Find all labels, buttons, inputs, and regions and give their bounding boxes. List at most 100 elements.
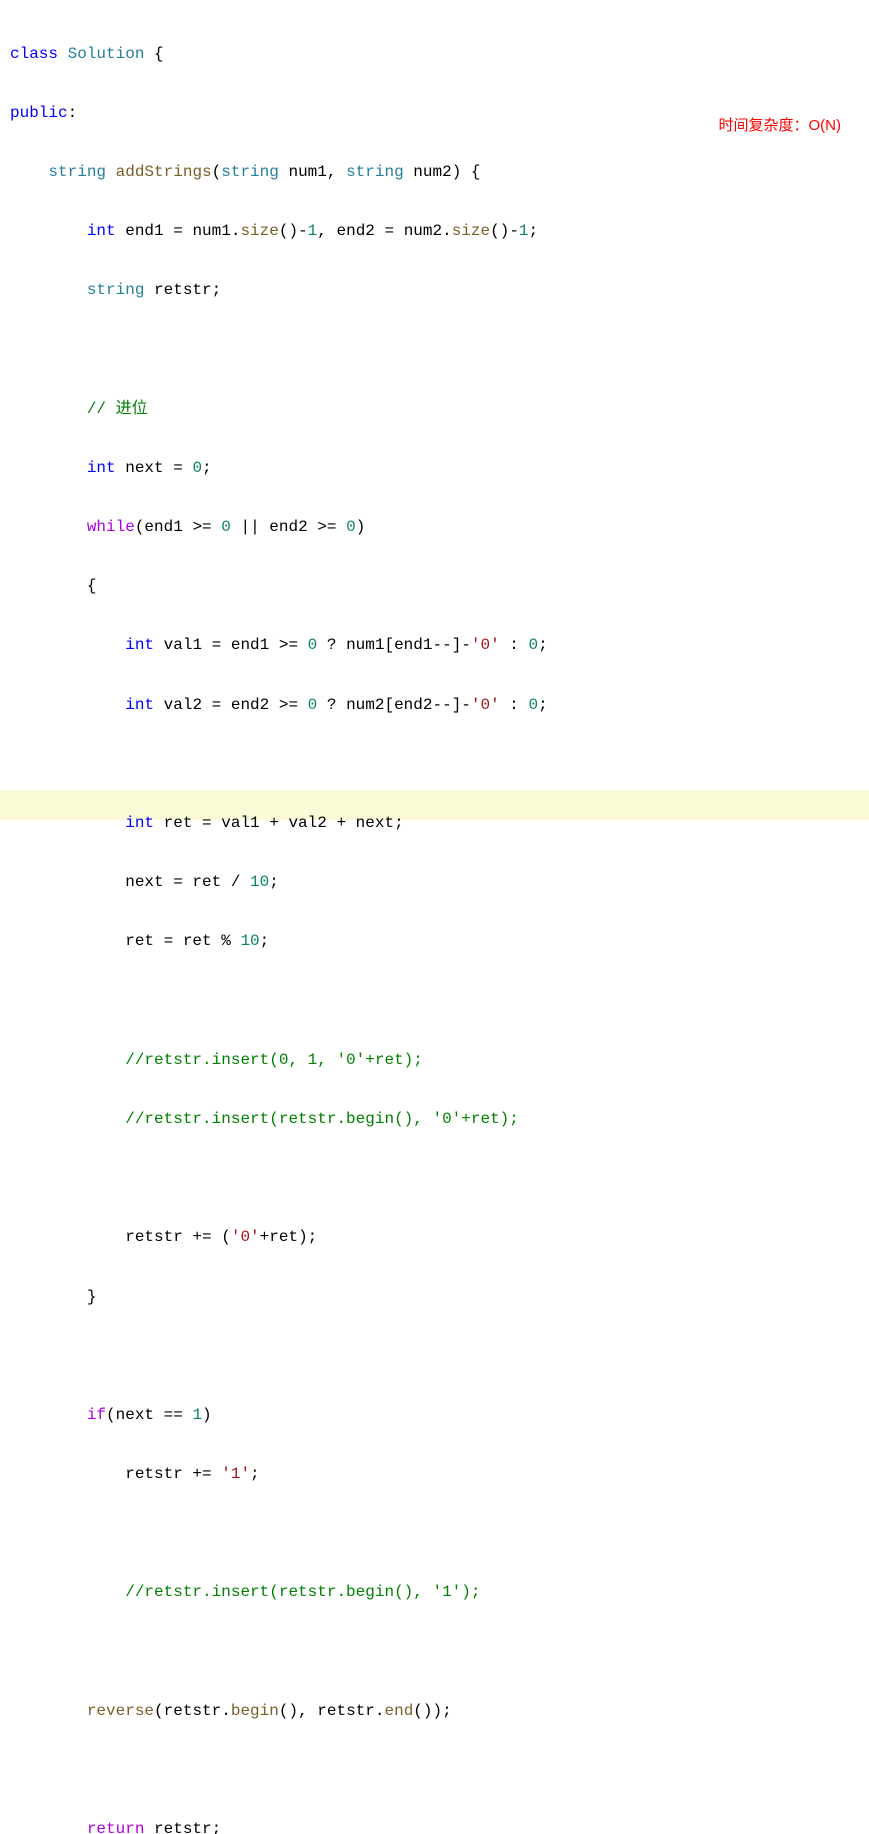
code-line-4: int end1 = num1.size()-1, end2 = num2.si… <box>10 217 869 247</box>
code-line-5: string retstr; <box>10 276 869 306</box>
number: 0 <box>529 696 539 714</box>
type-int: int <box>87 459 116 477</box>
text: retstr; <box>144 1820 221 1834</box>
code-line-21: //retstr.insert(retstr.begin(), '1'); <box>10 1578 869 1608</box>
code-line-20: retstr += '1'; <box>10 1460 869 1490</box>
code-line-6: // 进位 <box>10 395 869 425</box>
keyword-public: public <box>10 104 68 122</box>
text: ? num1[end1--]- <box>317 636 471 654</box>
text: : <box>500 696 529 714</box>
func-reverse: reverse <box>87 1702 154 1720</box>
keyword-class: class <box>10 45 58 63</box>
code-line-blank <box>10 336 869 366</box>
text: || end2 >= <box>231 518 346 536</box>
number: 1 <box>192 1406 202 1424</box>
text: +ret); <box>260 1228 318 1246</box>
number: 10 <box>240 932 259 950</box>
text: ret = ret % <box>125 932 240 950</box>
semicolon: ; <box>538 636 548 654</box>
number: 1 <box>308 222 318 240</box>
text: ? num2[end2--]- <box>317 696 471 714</box>
func-size: size <box>240 222 278 240</box>
text: retstr; <box>144 281 221 299</box>
text: ) <box>356 518 366 536</box>
code-line-3: string addStrings(string num1, string nu… <box>10 158 869 188</box>
type-int: int <box>125 636 154 654</box>
text: retstr += <box>125 1465 221 1483</box>
time-complexity-annotation: 时间复杂度：O(N) <box>719 112 842 140</box>
string-literal: '0' <box>471 636 500 654</box>
number: 0 <box>529 636 539 654</box>
keyword-if: if <box>87 1406 106 1424</box>
bracket: } <box>87 1288 97 1306</box>
bracket: { <box>87 577 97 595</box>
func-begin: begin <box>231 1702 279 1720</box>
text: : <box>500 636 529 654</box>
func-end: end <box>384 1702 413 1720</box>
string-literal: '0' <box>231 1228 260 1246</box>
code-line-blank <box>10 750 869 780</box>
code-line-1: class Solution { <box>10 40 869 70</box>
text: (next == <box>106 1406 192 1424</box>
text: val2 = end2 >= <box>154 696 308 714</box>
number: 0 <box>308 696 318 714</box>
semicolon: ; <box>260 932 270 950</box>
param: num1, <box>279 163 346 181</box>
text: retstr += ( <box>125 1228 231 1246</box>
code-line-blank <box>10 1519 869 1549</box>
text: (), retstr. <box>279 1702 385 1720</box>
colon: : <box>68 104 78 122</box>
text: ret = val1 + val2 + next; <box>154 814 404 832</box>
text: ()- <box>279 222 308 240</box>
type-string: string <box>221 163 279 181</box>
number: 0 <box>308 636 318 654</box>
code-line-23: return retstr; <box>10 1815 869 1834</box>
number: 0 <box>346 518 356 536</box>
func-size: size <box>452 222 490 240</box>
string-literal: '0' <box>471 696 500 714</box>
code-line-blank <box>10 1638 869 1668</box>
number: 10 <box>250 873 269 891</box>
semicolon: ; <box>269 873 279 891</box>
type-string: string <box>48 163 106 181</box>
code-line-13: next = ret / 10; <box>10 868 869 898</box>
text: ()); <box>413 1702 451 1720</box>
comment: //retstr.insert(0, 1, '0'+ret); <box>125 1051 423 1069</box>
paren: ( <box>212 163 222 181</box>
text: (end1 >= <box>135 518 221 536</box>
code-line-11: int val2 = end2 >= 0 ? num2[end2--]-'0' … <box>10 691 869 721</box>
code-line-19: if(next == 1) <box>10 1401 869 1431</box>
semicolon: ; <box>250 1465 260 1483</box>
code-line-10: int val1 = end1 >= 0 ? num1[end1--]-'0' … <box>10 631 869 661</box>
type-int: int <box>125 696 154 714</box>
text: end1 = num1. <box>116 222 241 240</box>
code-line-7: int next = 0; <box>10 454 869 484</box>
text: ) <box>202 1406 212 1424</box>
type-int: int <box>125 814 154 832</box>
code-line-12: int ret = val1 + val2 + next; <box>10 809 869 839</box>
code-line-8: while(end1 >= 0 || end2 >= 0) <box>10 513 869 543</box>
code-block: class Solution { public: string addStrin… <box>10 10 869 1834</box>
text: next = <box>116 459 193 477</box>
semicolon: ; <box>202 459 212 477</box>
code-line-15: //retstr.insert(0, 1, '0'+ret); <box>10 1046 869 1076</box>
func-name: addStrings <box>116 163 212 181</box>
code-line-16: //retstr.insert(retstr.begin(), '0'+ret)… <box>10 1105 869 1135</box>
code-line-9: { <box>10 572 869 602</box>
string-literal: '1' <box>221 1465 250 1483</box>
semicolon: ; <box>538 696 548 714</box>
code-line-blank <box>10 1164 869 1194</box>
code-line-18: } <box>10 1283 869 1313</box>
code-line-blank <box>10 987 869 1017</box>
code-line-17: retstr += ('0'+ret); <box>10 1223 869 1253</box>
type-string: string <box>87 281 145 299</box>
number: 0 <box>221 518 231 536</box>
number: 1 <box>519 222 529 240</box>
semicolon: ; <box>529 222 539 240</box>
text: ()- <box>490 222 519 240</box>
text: val1 = end1 >= <box>154 636 308 654</box>
code-line-blank <box>10 1756 869 1786</box>
param: num2) { <box>404 163 481 181</box>
bracket: { <box>144 45 163 63</box>
code-line-14: ret = ret % 10; <box>10 927 869 957</box>
